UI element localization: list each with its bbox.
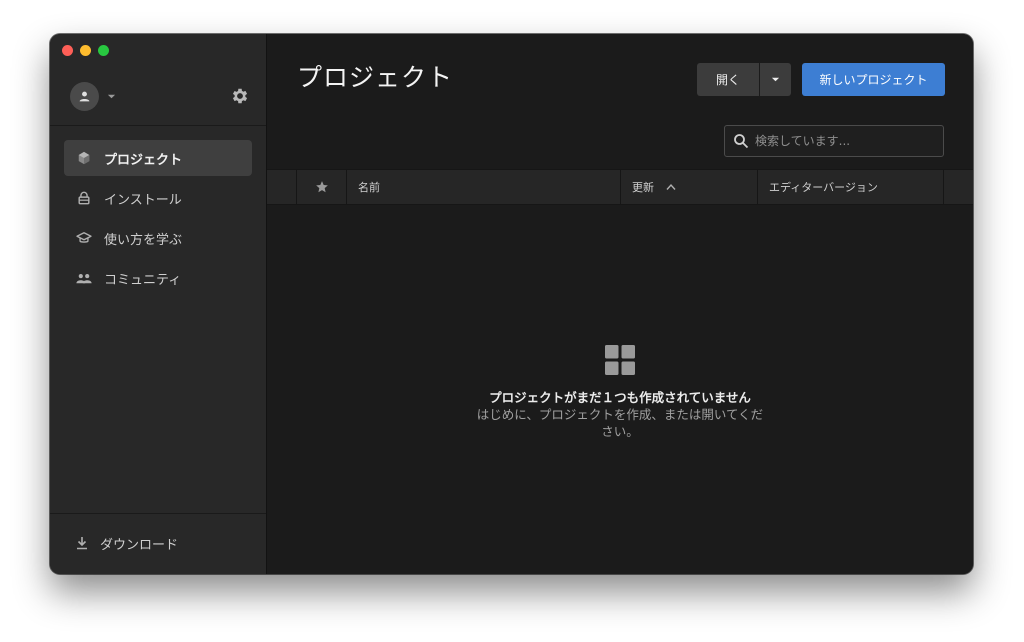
- sidebar-item-download[interactable]: ダウンロード: [74, 531, 178, 555]
- sidebar-item-installs[interactable]: インストール: [64, 180, 252, 216]
- select-column-header[interactable]: [267, 170, 297, 204]
- search-icon: [734, 134, 749, 149]
- app-window: プロジェクト インストール 使い方を学ぶ コミュニティ ダウンロード プロジェク…: [50, 34, 973, 574]
- graduation-cap-icon: [76, 230, 92, 246]
- empty-state: プロジェクトがまだ１つも作成されていません はじめに、プロジェクトを作成、または…: [467, 345, 773, 440]
- sidebar-item-label: 使い方を学ぶ: [104, 232, 183, 248]
- sidebar-item-community[interactable]: コミュニティ: [64, 260, 252, 296]
- new-project-button[interactable]: 新しいプロジェクト: [802, 63, 945, 96]
- page-title: プロジェクト: [297, 63, 454, 92]
- settings-gear-icon[interactable]: [230, 86, 250, 106]
- search-box[interactable]: [724, 125, 944, 157]
- minimize-window-button[interactable]: [80, 45, 91, 56]
- name-column-label: 名前: [358, 181, 380, 194]
- avatar[interactable]: [70, 82, 99, 111]
- search-input[interactable]: [755, 134, 925, 148]
- open-button[interactable]: 開く: [697, 63, 759, 96]
- sidebar-item-label: コミュニティ: [104, 272, 182, 288]
- sidebar-item-label: プロジェクト: [104, 152, 183, 168]
- editor-version-column-header[interactable]: エディターバージョン: [758, 170, 944, 204]
- cube-icon: [76, 150, 92, 166]
- account-area: [70, 82, 260, 112]
- sidebar: プロジェクト インストール 使い方を学ぶ コミュニティ ダウンロード: [50, 34, 267, 574]
- sidebar-item-learn[interactable]: 使い方を学ぶ: [64, 220, 252, 256]
- zoom-window-button[interactable]: [98, 45, 109, 56]
- name-column-header[interactable]: 名前: [347, 170, 621, 204]
- person-icon: [79, 91, 90, 102]
- empty-state-subtitle-line: はじめに、プロジェクトを作成、または開いてくだ: [476, 407, 764, 422]
- download-label: ダウンロード: [100, 537, 179, 553]
- updated-column-header[interactable]: 更新: [621, 170, 758, 204]
- star-icon: [315, 181, 328, 193]
- main-panel: プロジェクト 開く 新しいプロジェクト 名前: [267, 34, 973, 574]
- editor-version-column-label: エディターバージョン: [769, 181, 878, 194]
- empty-state-title: プロジェクトがまだ１つも作成されていません: [489, 390, 751, 405]
- empty-state-subtitle-line: さい。: [601, 424, 639, 439]
- close-window-button[interactable]: [62, 45, 73, 56]
- updated-column-label: 更新: [632, 181, 654, 194]
- table-header: 名前 更新 エディターバージョン: [267, 169, 973, 205]
- download-icon: [74, 535, 90, 551]
- people-icon: [76, 270, 92, 286]
- sidebar-item-label: インストール: [104, 192, 182, 208]
- lock-icon: [76, 190, 92, 206]
- sidebar-item-projects[interactable]: プロジェクト: [64, 140, 252, 176]
- account-dropdown-icon[interactable]: [107, 92, 116, 101]
- window-controls: [62, 45, 109, 56]
- sidebar-divider: [50, 513, 266, 514]
- favorite-column-header[interactable]: [297, 170, 347, 204]
- caret-down-icon: [771, 77, 780, 82]
- sidebar-divider: [50, 125, 266, 126]
- sort-ascending-icon: [666, 183, 676, 190]
- sidebar-nav: プロジェクト インストール 使い方を学ぶ コミュニティ: [64, 140, 252, 300]
- grid-icon: [605, 345, 635, 375]
- open-dropdown-button[interactable]: [760, 63, 791, 96]
